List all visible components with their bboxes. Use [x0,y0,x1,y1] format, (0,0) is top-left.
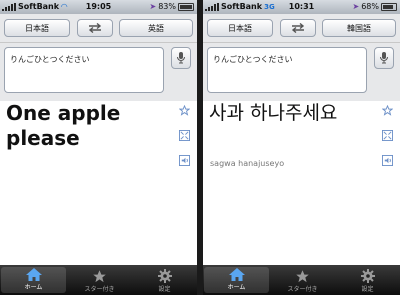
tab-label: スター付き [287,286,318,293]
speaker-icon[interactable] [177,153,191,167]
result-actions [380,103,394,178]
swap-icon [291,23,305,33]
translation-result: 사과 하나주세요 sagwa hanajuseyo [203,101,400,265]
phone-screen-left: SoftBank ◠ 19:05 ➤ 83% 日本語 英語 りんごひとつください… [0,0,197,295]
tab-home[interactable]: ホーム [1,267,66,293]
home-icon [25,268,42,281]
tab-label: スター付き [84,286,115,293]
source-language-button[interactable]: 日本語 [4,19,70,37]
source-text-input[interactable]: りんごひとつください [4,47,164,93]
result-actions [177,103,191,178]
input-area: りんごひとつください [203,43,400,102]
tab-settings[interactable]: 設定 [132,265,197,295]
star-icon [93,269,106,282]
source-text-input[interactable]: りんごひとつください [207,47,367,93]
swap-icon [88,23,102,33]
language-bar: 日本語 韓国語 [203,14,400,43]
translated-text: 사과 하나주세요 [209,102,338,124]
tab-bar: ホーム スター付き 設定 [0,265,197,295]
battery-percent: 68% [361,2,379,11]
tab-starred[interactable]: スター付き [270,265,335,295]
source-language-button[interactable]: 日本語 [207,19,273,37]
input-area: りんごひとつください [0,43,197,102]
romanization-text: sagwa hanajuseyo [210,159,285,168]
tab-bar: ホーム スター付き 設定 [203,265,400,295]
target-language-button[interactable]: 韓国語 [322,19,396,37]
gear-icon [360,269,375,283]
target-language-button[interactable]: 英語 [119,19,193,37]
star-icon[interactable] [177,103,191,117]
microphone-icon [380,52,388,64]
star-icon [296,269,309,282]
status-bar: SoftBank 3G 10:31 ➤ 68% [203,0,400,14]
language-bar: 日本語 英語 [0,14,197,43]
translation-result: One apple please [0,101,197,265]
tab-starred[interactable]: スター付き [67,265,132,295]
location-arrow-icon: ➤ [352,2,360,11]
fullscreen-icon[interactable] [380,128,394,142]
gear-icon [157,269,172,283]
phone-screen-right: SoftBank 3G 10:31 ➤ 68% 日本語 韓国語 りんごひとつくだ… [203,0,400,295]
tab-settings[interactable]: 設定 [335,265,400,295]
microphone-icon [177,52,185,64]
tab-label: ホーム [24,284,43,291]
fullscreen-icon[interactable] [177,128,191,142]
star-icon[interactable] [380,103,394,117]
status-bar: SoftBank ◠ 19:05 ➤ 83% [0,0,197,14]
location-arrow-icon: ➤ [149,2,157,11]
battery-percent: 83% [158,2,176,11]
tab-label: 設定 [158,286,171,293]
voice-input-button[interactable] [171,47,191,69]
tab-label: ホーム [227,284,246,291]
home-icon [228,268,245,281]
speaker-icon[interactable] [380,153,394,167]
battery-icon [178,2,194,11]
swap-languages-button[interactable] [77,19,113,37]
tab-label: 設定 [361,286,374,293]
translated-text: One apple please [6,101,121,150]
swap-languages-button[interactable] [280,19,316,37]
tab-home[interactable]: ホーム [204,267,269,293]
battery-icon [381,2,397,11]
voice-input-button[interactable] [374,47,394,69]
